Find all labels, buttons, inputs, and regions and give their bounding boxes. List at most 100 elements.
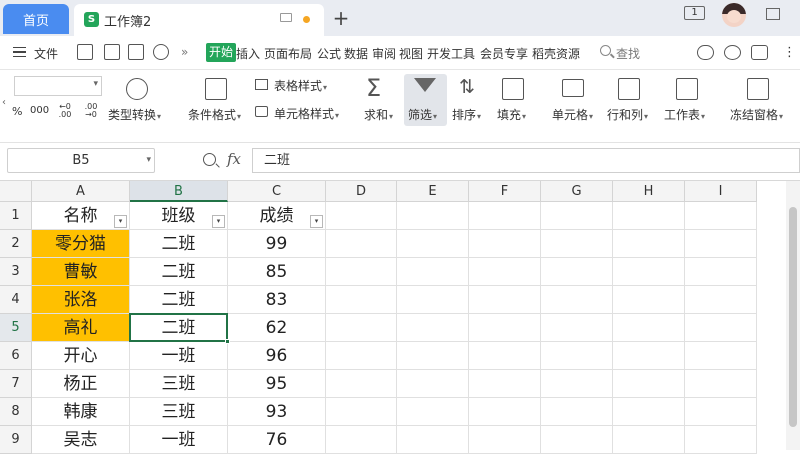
cell-b4[interactable]: 二班 — [130, 286, 228, 314]
cell-h7[interactable] — [613, 370, 685, 398]
table-style-button[interactable]: 表格样式▾ — [274, 77, 327, 94]
cell-i5[interactable] — [685, 314, 757, 342]
cell-c7[interactable]: 95 — [228, 370, 326, 398]
percent-button[interactable]: % — [12, 105, 22, 118]
cell-e7[interactable] — [397, 370, 469, 398]
filter-dropdown-c-icon[interactable]: ▾ — [310, 215, 323, 228]
cell-f6[interactable] — [469, 342, 541, 370]
row-header-5[interactable]: 5 — [0, 314, 32, 342]
print-preview-icon[interactable] — [153, 44, 169, 60]
column-header-a[interactable]: A — [32, 181, 130, 202]
column-header-e[interactable]: E — [397, 181, 469, 202]
tab-resources[interactable]: 稻壳资源 — [532, 45, 580, 62]
cell-a3[interactable]: 曹敏 — [32, 258, 130, 286]
sum-button[interactable]: 求和▾ — [364, 106, 393, 123]
cell-h8[interactable] — [613, 398, 685, 426]
cell-d5[interactable] — [326, 314, 397, 342]
cell-b6[interactable]: 一班 — [130, 342, 228, 370]
cell-b7[interactable]: 三班 — [130, 370, 228, 398]
cell-d2[interactable] — [326, 230, 397, 258]
cell-g4[interactable] — [541, 286, 613, 314]
filter-dropdown-b-icon[interactable]: ▾ — [212, 215, 225, 228]
cell-d6[interactable] — [326, 342, 397, 370]
cell-d7[interactable] — [326, 370, 397, 398]
cell-f4[interactable] — [469, 286, 541, 314]
monitor-icon[interactable] — [280, 13, 292, 22]
cell-e4[interactable] — [397, 286, 469, 314]
tab-document[interactable]: S 工作簿2 — [74, 4, 324, 36]
cell-f8[interactable] — [469, 398, 541, 426]
column-header-d[interactable]: D — [326, 181, 397, 202]
filter-button[interactable]: 筛选▾ — [404, 74, 447, 126]
tab-data[interactable]: 数据 — [344, 45, 368, 62]
cell-button[interactable]: 单元格▾ — [552, 106, 593, 123]
chevron-down-icon[interactable]: ▾ — [146, 149, 151, 172]
cell-f2[interactable] — [469, 230, 541, 258]
cell-i3[interactable] — [685, 258, 757, 286]
conditional-format-button[interactable]: 条件格式▾ — [188, 106, 241, 123]
tab-start[interactable]: 开始 — [206, 43, 237, 62]
number-format-select[interactable] — [14, 76, 102, 96]
cell-a4[interactable]: 张洛 — [32, 286, 130, 314]
cell-style-button[interactable]: 单元格样式▾ — [274, 105, 339, 122]
fill-handle[interactable] — [225, 339, 230, 344]
cell-f7[interactable] — [469, 370, 541, 398]
tab-home[interactable]: 首页 — [3, 4, 69, 34]
tab-page-layout[interactable]: 页面布局 — [264, 45, 312, 62]
select-all-corner[interactable] — [0, 181, 32, 202]
worksheet-button[interactable]: 工作表▾ — [664, 106, 705, 123]
cell-e5[interactable] — [397, 314, 469, 342]
column-header-h[interactable]: H — [613, 181, 685, 202]
increase-decimal-button[interactable]: ←0 .00 — [56, 103, 74, 119]
column-header-i[interactable]: I — [685, 181, 757, 202]
cell-g5[interactable] — [541, 314, 613, 342]
cell-i2[interactable] — [685, 230, 757, 258]
cloud-icon[interactable] — [697, 45, 714, 60]
cell-i4[interactable] — [685, 286, 757, 314]
cell-d1[interactable] — [326, 202, 397, 230]
cell-h1[interactable] — [613, 202, 685, 230]
save-icon[interactable] — [77, 44, 93, 60]
row-header-1[interactable]: 1 — [0, 202, 32, 230]
cell-g7[interactable] — [541, 370, 613, 398]
cell-g8[interactable] — [541, 398, 613, 426]
freeze-panes-button[interactable]: 冻结窗格▾ — [730, 106, 783, 123]
scrollbar-thumb[interactable] — [789, 207, 797, 427]
cell-h2[interactable] — [613, 230, 685, 258]
thousands-button[interactable]: 000 — [30, 105, 49, 116]
cell-d4[interactable] — [326, 286, 397, 314]
cell-a6[interactable]: 开心 — [32, 342, 130, 370]
cell-g2[interactable] — [541, 230, 613, 258]
sort-button[interactable]: 排序▾ — [452, 106, 481, 123]
decrease-decimal-button[interactable]: .00 →0 — [82, 103, 100, 119]
window-count-badge[interactable]: 1 — [684, 6, 705, 20]
cell-e2[interactable] — [397, 230, 469, 258]
zoom-icon[interactable] — [203, 153, 216, 166]
column-header-f[interactable]: F — [469, 181, 541, 202]
cell-c4[interactable]: 83 — [228, 286, 326, 314]
print-icon[interactable] — [128, 44, 144, 60]
row-header-7[interactable]: 7 — [0, 370, 32, 398]
cell-h5[interactable] — [613, 314, 685, 342]
cell-c8[interactable]: 93 — [228, 398, 326, 426]
collaborate-icon[interactable] — [724, 45, 741, 60]
cell-i6[interactable] — [685, 342, 757, 370]
cell-a7[interactable]: 杨正 — [32, 370, 130, 398]
cell-c2[interactable]: 99 — [228, 230, 326, 258]
search-icon[interactable] — [600, 45, 611, 56]
name-box[interactable]: B5 ▾ — [7, 148, 155, 173]
tab-review[interactable]: 审阅 — [372, 45, 396, 62]
column-header-c[interactable]: C — [228, 181, 326, 202]
avatar[interactable] — [722, 3, 746, 27]
cell-a5[interactable]: 高礼 — [32, 314, 130, 342]
tab-developer[interactable]: 开发工具 — [427, 45, 475, 62]
cell-e3[interactable] — [397, 258, 469, 286]
more-options-icon[interactable]: ⋮ — [783, 45, 796, 60]
column-header-g[interactable]: G — [541, 181, 613, 202]
cell-g1[interactable] — [541, 202, 613, 230]
fx-icon[interactable]: fx — [227, 150, 241, 168]
new-tab-button[interactable]: + — [330, 4, 352, 32]
row-header-3[interactable]: 3 — [0, 258, 32, 286]
more-icon[interactable]: » — [181, 45, 188, 59]
tab-insert[interactable]: 插入 — [236, 45, 260, 62]
